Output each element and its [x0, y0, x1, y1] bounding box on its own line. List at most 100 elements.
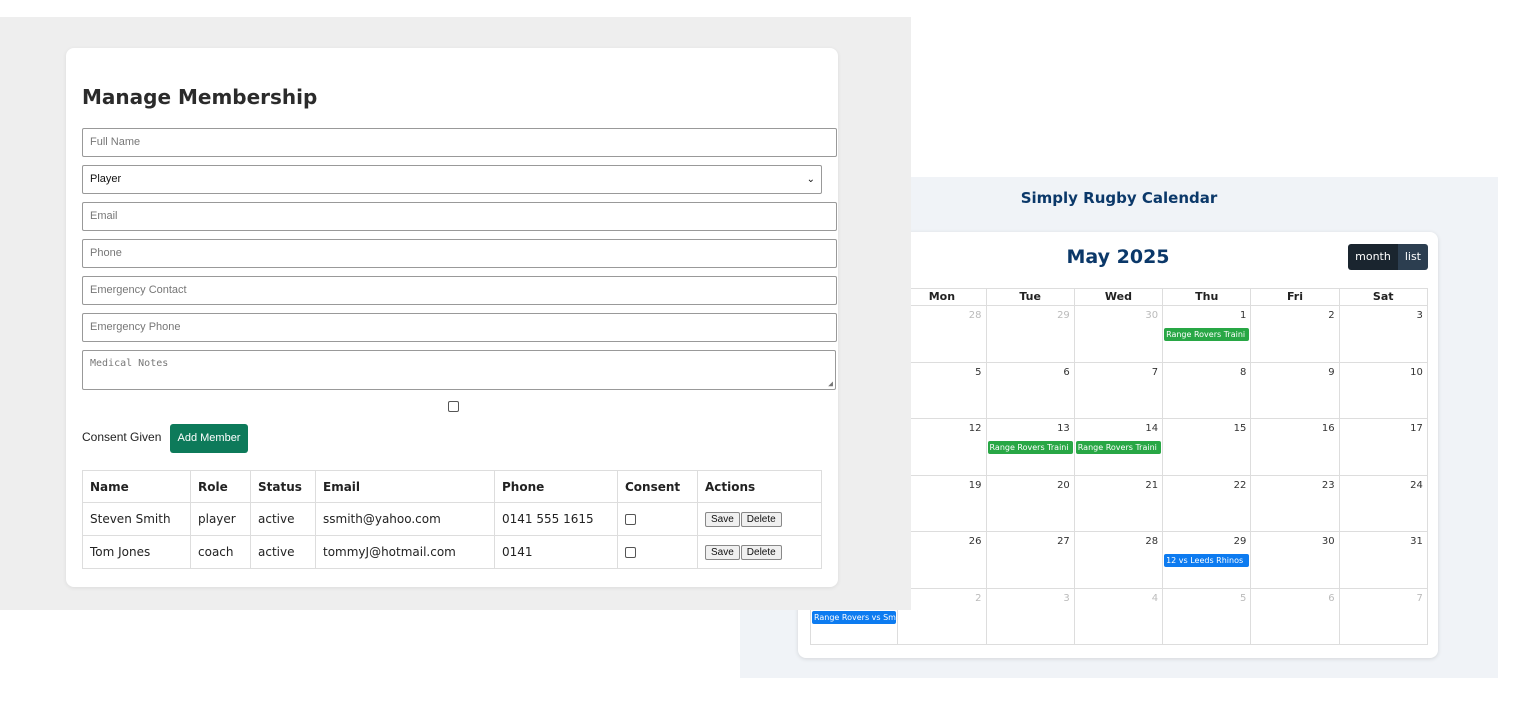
- list-view-button[interactable]: list: [1397, 244, 1428, 270]
- calendar-day-cell[interactable]: 9: [1251, 362, 1340, 419]
- calendar-day-cell[interactable]: 5: [898, 362, 987, 419]
- day-number: 16: [1321, 423, 1335, 434]
- table-header-row: Name Role Status Email Phone Consent Act…: [82, 470, 822, 503]
- calendar-day-cell[interactable]: 20: [986, 475, 1075, 532]
- day-number: 19: [968, 479, 982, 491]
- day-number: 2: [1328, 310, 1335, 321]
- calendar-day-cell[interactable]: 26: [898, 532, 987, 589]
- weekday-header: Tue: [986, 288, 1075, 306]
- calendar-day-cell[interactable]: 31: [1339, 532, 1428, 589]
- day-number: 4: [1151, 592, 1159, 604]
- page-title: Manage Membership: [82, 85, 318, 109]
- calendar-day-cell[interactable]: 19: [898, 475, 987, 532]
- role-select-value: Player: [90, 173, 122, 185]
- calendar-day-cell[interactable]: 10: [1339, 362, 1428, 419]
- phone-input[interactable]: Phone: [82, 239, 837, 268]
- day-number: 26: [968, 536, 982, 547]
- medical-notes-textarea[interactable]: Medical Notes ◢: [82, 350, 836, 390]
- calendar-event[interactable]: Range Rovers vs Sm: [812, 610, 897, 624]
- calendar-day-cell[interactable]: 2: [1251, 306, 1340, 363]
- day-number: 15: [1233, 423, 1247, 434]
- day-number: 29: [1057, 310, 1070, 321]
- calendar-day-cell[interactable]: 3: [1339, 306, 1428, 363]
- calendar-day-cell[interactable]: 8: [1163, 362, 1252, 419]
- day-number: 21: [1145, 479, 1159, 491]
- day-number: 6: [1063, 366, 1070, 378]
- calendar-day-cell[interactable]: 7: [1074, 362, 1164, 419]
- column-header-actions: Actions: [697, 470, 822, 503]
- role-select[interactable]: Player ⌄: [82, 165, 822, 194]
- calendar-event[interactable]: Range Rovers Traini: [1164, 328, 1250, 341]
- calendar-day-cell[interactable]: 6: [986, 362, 1075, 419]
- day-number: 7: [1416, 592, 1423, 604]
- member-status: active: [250, 502, 316, 536]
- calendar-day-cell[interactable]: 13 Range Rovers Traini: [986, 419, 1075, 476]
- emergency-phone-input[interactable]: Emergency Phone: [82, 313, 837, 342]
- month-view-button[interactable]: month: [1348, 244, 1398, 270]
- day-number: 23: [1321, 479, 1335, 491]
- calendar-day-cell[interactable]: 24: [1339, 475, 1428, 532]
- table-row: Steven Smith player active ssmith@yahoo.…: [82, 502, 822, 536]
- membership-window: Manage Membership Full Name Player ⌄ Ema…: [0, 17, 911, 610]
- day-number: 20: [1057, 479, 1070, 491]
- member-phone: 0141: [494, 535, 618, 569]
- calendar-day-cell[interactable]: 21: [1074, 475, 1164, 532]
- table-row: Tom Jones coach active tommyJ@hotmail.co…: [82, 535, 822, 569]
- calendar-day-cell[interactable]: 14 Range Rovers Traini: [1074, 419, 1164, 476]
- day-number: 1: [1239, 310, 1247, 321]
- calendar-day-cell[interactable]: 3: [986, 588, 1075, 645]
- calendar-day-cell[interactable]: 22: [1163, 475, 1252, 532]
- member-status: active: [250, 535, 316, 569]
- member-consent-checkbox[interactable]: [625, 547, 636, 558]
- day-number: 9: [1328, 366, 1335, 378]
- member-consent-cell: [617, 535, 698, 569]
- add-member-button[interactable]: Add Member: [170, 424, 248, 453]
- consent-checkbox[interactable]: [448, 401, 459, 412]
- day-number: 22: [1233, 479, 1247, 491]
- calendar-day-cell[interactable]: 12: [898, 419, 987, 476]
- member-consent-cell: [617, 502, 698, 536]
- emergency-contact-input[interactable]: Emergency Contact: [82, 276, 837, 305]
- calendar-day-cell[interactable]: 27: [986, 532, 1075, 589]
- day-number: 28: [968, 310, 982, 321]
- consent-label: Consent Given: [82, 430, 162, 444]
- full-name-input[interactable]: Full Name: [82, 128, 837, 157]
- calendar-day-cell[interactable]: 30: [1251, 532, 1340, 589]
- calendar-day-cell[interactable]: 2: [898, 588, 987, 645]
- calendar-day-cell[interactable]: 28: [898, 306, 987, 363]
- save-button[interactable]: Save: [705, 545, 740, 560]
- calendar-day-cell[interactable]: 30: [1074, 306, 1164, 363]
- calendar-event[interactable]: Range Rovers Traini: [987, 441, 1073, 454]
- day-number: 27: [1057, 536, 1070, 547]
- day-number: 30: [1321, 536, 1335, 547]
- calendar-day-cell[interactable]: 17: [1339, 419, 1428, 476]
- delete-button[interactable]: Delete: [740, 545, 782, 560]
- calendar-day-cell[interactable]: 23: [1251, 475, 1340, 532]
- calendar-day-cell[interactable]: 5: [1163, 588, 1252, 645]
- email-input[interactable]: Email: [82, 202, 837, 231]
- calendar-day-cell[interactable]: 29 12 vs Leeds Rhinos: [1163, 532, 1252, 589]
- member-role: player: [190, 502, 251, 536]
- calendar-day-cell[interactable]: 15: [1163, 419, 1252, 476]
- save-button[interactable]: Save: [705, 512, 740, 527]
- resize-grip-icon[interactable]: ◢: [828, 379, 833, 388]
- day-number: 29: [1233, 536, 1247, 547]
- day-number: 28: [1145, 536, 1159, 547]
- column-header-name: Name: [82, 470, 191, 503]
- delete-button[interactable]: Delete: [740, 512, 782, 527]
- calendar-day-cell[interactable]: 4: [1074, 588, 1164, 645]
- column-header-status: Status: [250, 470, 316, 503]
- calendar-event[interactable]: 12 vs Leeds Rhinos: [1164, 554, 1250, 567]
- calendar-day-cell[interactable]: 16: [1251, 419, 1340, 476]
- members-table: Name Role Status Email Phone Consent Act…: [82, 470, 822, 569]
- calendar-day-cell[interactable]: 29: [986, 306, 1075, 363]
- calendar-day-cell[interactable]: 28: [1074, 532, 1164, 589]
- day-number: 17: [1410, 423, 1423, 434]
- calendar-day-cell[interactable]: 6: [1251, 588, 1340, 645]
- calendar-event[interactable]: Range Rovers Traini: [1075, 441, 1162, 454]
- day-number: 10: [1410, 366, 1423, 378]
- calendar-day-cell[interactable]: 7: [1339, 588, 1428, 645]
- calendar-day-cell[interactable]: 1 Range Rovers Traini: [1163, 306, 1252, 363]
- weekday-header: Wed: [1074, 288, 1164, 306]
- member-consent-checkbox[interactable]: [625, 514, 636, 525]
